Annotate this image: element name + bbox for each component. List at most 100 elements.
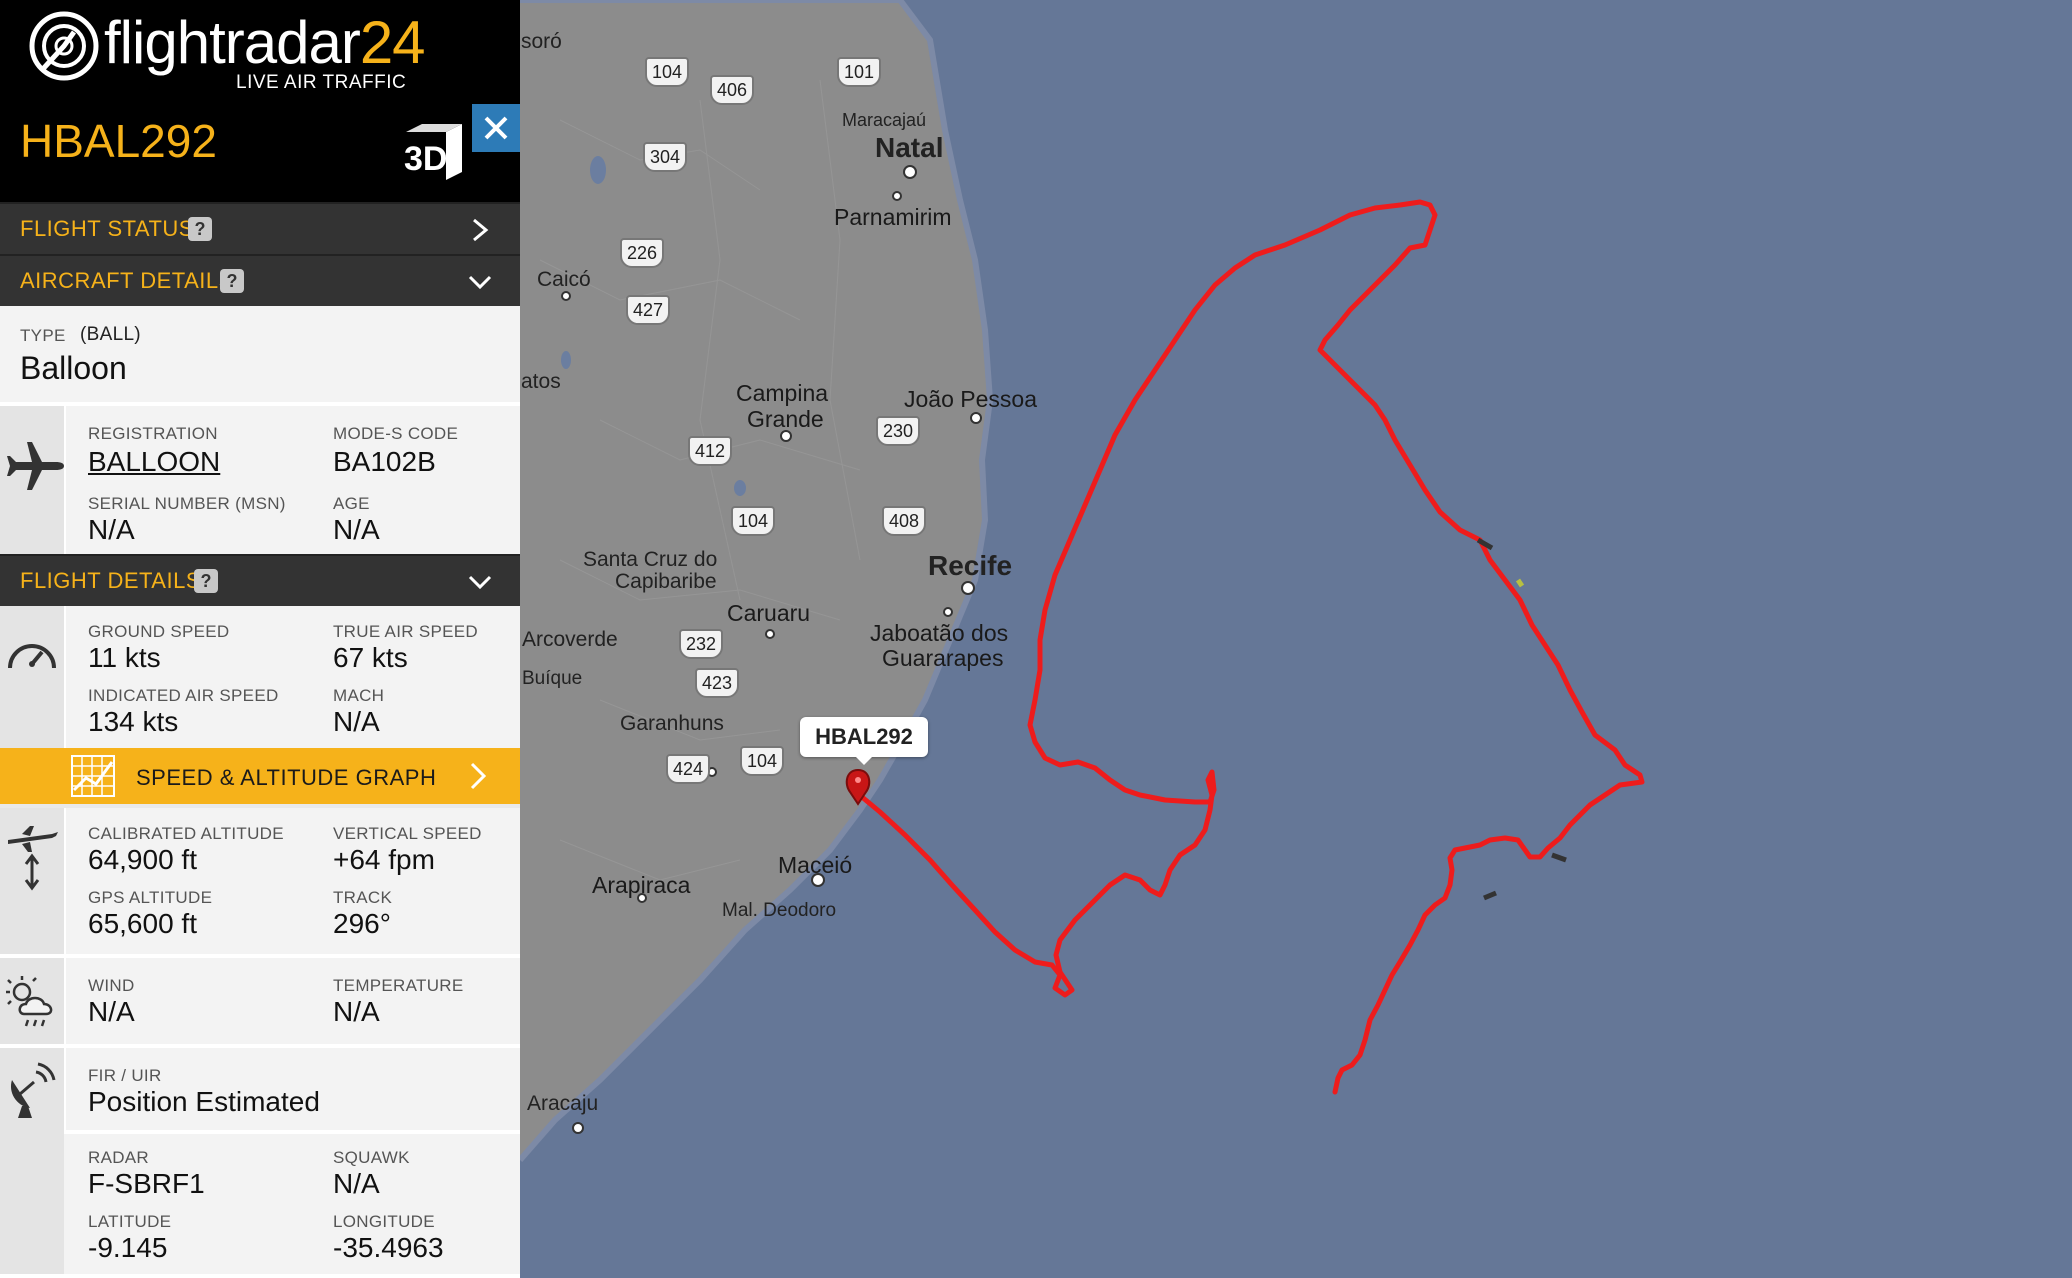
- ias-value: 134 kts: [88, 706, 179, 737]
- registration-label: REGISTRATION: [88, 424, 218, 443]
- section-flight-status-label: FLIGHT STATUS: [20, 216, 194, 241]
- radar-label: RADAR: [88, 1148, 150, 1167]
- city-soro: soró: [521, 30, 562, 53]
- city-campina-2: Grande: [747, 406, 824, 432]
- airplane-icon: [7, 442, 64, 490]
- help-icon[interactable]: ?: [220, 269, 244, 293]
- city-joao-pessoa: João Pessoa: [904, 386, 1037, 412]
- speedometer-icon: [8, 644, 56, 669]
- city-santa-cruz-2: Capibaribe: [615, 570, 717, 593]
- wind-label: WIND: [88, 976, 135, 995]
- view-3d-button[interactable]: 3D: [400, 120, 466, 186]
- graph-button-label: SPEED & ALTITUDE GRAPH: [136, 765, 437, 790]
- age-label: AGE: [333, 494, 370, 513]
- road-shield: 101: [837, 57, 881, 87]
- modes-label: MODE-S CODE: [333, 424, 459, 443]
- latitude-value: -9.145: [88, 1232, 168, 1263]
- section-flight-details-label: FLIGHT DETAILS: [20, 568, 202, 593]
- flight-info-panel: flightradar24 LIVE AIR TRAFFIC HBAL292 3…: [0, 0, 520, 1278]
- calibrated-altitude-value: 64,900 ft: [88, 844, 197, 875]
- logo-wordmark[interactable]: flightradar24: [104, 8, 426, 77]
- temperature-label: TEMPERATURE: [333, 976, 464, 995]
- speed-row: GROUND SPEED 11 kts TRUE AIR SPEED 67 kt…: [0, 606, 520, 748]
- ias-label: INDICATED AIR SPEED: [88, 686, 279, 705]
- tas-value: 67 kts: [333, 642, 408, 673]
- city-caruaru: Caruaru: [727, 600, 811, 626]
- road-shield: 232: [679, 629, 723, 659]
- callsign: HBAL292: [20, 115, 217, 167]
- mach-label: MACH: [333, 686, 385, 705]
- road-shield: 412: [688, 436, 732, 466]
- tas-label: TRUE AIR SPEED: [333, 622, 478, 641]
- city-buique: Buíque: [522, 668, 583, 689]
- city-caico: Caicó: [537, 268, 591, 291]
- type-name: Balloon: [20, 350, 127, 386]
- close-icon: [484, 116, 508, 140]
- logo-tagline: LIVE AIR TRAFFIC: [236, 72, 407, 93]
- altitude-icon: [8, 826, 58, 891]
- ground-speed-value: 11 kts: [88, 642, 161, 673]
- chevron-right-icon: [470, 762, 487, 790]
- track-label: TRACK: [333, 888, 393, 907]
- fir-row: FIR / UIR Position Estimated: [0, 1048, 520, 1278]
- chevron-down-icon: [468, 575, 492, 590]
- close-button[interactable]: [472, 104, 520, 152]
- speed-altitude-graph-button[interactable]: SPEED & ALTITUDE GRAPH: [0, 748, 520, 804]
- aircraft-tooltip[interactable]: HBAL292: [800, 717, 928, 765]
- road-shield: 424: [666, 754, 710, 784]
- city-maracajau: Maracajaú: [842, 110, 927, 130]
- registration-link[interactable]: BALLOON: [88, 446, 220, 478]
- longitude-value: -35.4963: [333, 1232, 444, 1263]
- help-icon[interactable]: ?: [194, 569, 218, 593]
- city-campina-1: Campina: [736, 380, 829, 406]
- city-natal: Natal: [875, 132, 944, 163]
- road-shield: 104: [740, 746, 784, 776]
- weather-icon: [6, 976, 53, 1027]
- city-mal-deodoro: Mal. Deodoro: [722, 900, 837, 921]
- aircraft-type-box: TYPE (BALL) Balloon: [0, 306, 520, 402]
- altitude-row: CALIBRATED ALTITUDE 64,900 ft VERTICAL S…: [0, 808, 520, 954]
- road-shield: 104: [731, 506, 775, 536]
- serial-value: N/A: [88, 514, 135, 545]
- road-shield: 406: [710, 75, 754, 105]
- type-code: (BALL): [80, 324, 141, 345]
- calibrated-altitude-label: CALIBRATED ALTITUDE: [88, 824, 284, 843]
- city-arapiraca: Arapiraca: [592, 872, 691, 898]
- city-parnamirim: Parnamirim: [834, 204, 952, 230]
- ground-speed-label: GROUND SPEED: [88, 622, 230, 641]
- panel-bottom-edge: [0, 1274, 520, 1278]
- wind-value: N/A: [88, 996, 135, 1027]
- temperature-value: N/A: [333, 996, 380, 1027]
- city-patos: atos: [521, 370, 561, 393]
- mach-value: N/A: [333, 706, 380, 737]
- callsign-bar: HBAL292 3D: [0, 104, 520, 202]
- track-value: 296°: [333, 908, 391, 939]
- radar-logo-icon: [29, 11, 99, 81]
- road-shield: 230: [876, 416, 920, 446]
- fir-label: FIR / UIR: [88, 1066, 162, 1085]
- section-flight-status[interactable]: FLIGHT STATUS ?: [0, 202, 520, 254]
- longitude-label: LONGITUDE: [333, 1212, 435, 1231]
- radar-row: RADAR F-SBRF1 SQUAWK N/A LATITUDE -9.145…: [64, 1134, 520, 1278]
- section-aircraft-details[interactable]: AIRCRAFT DETAILS ?: [0, 254, 520, 306]
- road-shield: 427: [626, 295, 670, 325]
- help-icon[interactable]: ?: [188, 217, 212, 241]
- gps-altitude-label: GPS ALTITUDE: [88, 888, 213, 907]
- registration-row: REGISTRATION BALLOON MODE-S CODE BA102B …: [0, 406, 520, 554]
- svg-text:3D: 3D: [404, 140, 447, 178]
- section-flight-details[interactable]: FLIGHT DETAILS ?: [0, 554, 520, 606]
- fir-value: Position Estimated: [88, 1086, 320, 1117]
- road-shield: 408: [882, 506, 926, 536]
- aircraft-tooltip-label: HBAL292: [815, 724, 913, 749]
- city-maceio: Maceió: [778, 852, 853, 878]
- city-aracaju: Aracaju: [527, 1092, 599, 1115]
- road-shield: 104: [645, 57, 689, 87]
- city-arcoverde: Arcoverde: [522, 628, 618, 651]
- latitude-label: LATITUDE: [88, 1212, 172, 1231]
- road-shield: 226: [620, 238, 664, 268]
- city-garanhuns: Garanhuns: [620, 712, 724, 735]
- road-shield: 423: [695, 668, 739, 698]
- gps-altitude-value: 65,600 ft: [88, 908, 197, 939]
- city-santa-cruz-1: Santa Cruz do: [583, 548, 718, 571]
- squawk-label: SQUAWK: [333, 1148, 410, 1167]
